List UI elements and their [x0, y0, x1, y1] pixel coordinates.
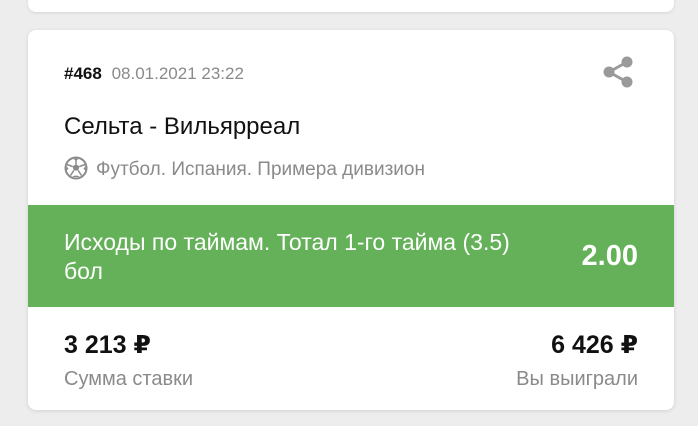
- stake-amount: 3 213 ₽: [64, 331, 151, 359]
- bet-meta: #468 08.01.2021 23:22: [64, 63, 244, 85]
- bet-card[interactable]: #468 08.01.2021 23:22 Сельта - Вильярреа…: [28, 30, 674, 410]
- match-title: Сельта - Вильярреал: [64, 113, 301, 140]
- bet-id: #468: [64, 64, 102, 83]
- winnings-label: Вы выиграли: [516, 368, 638, 390]
- stake-label: Сумма ставки: [64, 368, 194, 390]
- share-icon[interactable]: [598, 52, 638, 92]
- outcome-odds: 2.00: [581, 240, 638, 272]
- league-label: Футбол. Испания. Примера дивизион: [96, 159, 425, 180]
- outcome-bar: Исходы по таймам. Тотал 1-го тайма (3.5)…: [28, 205, 674, 307]
- league-info: Футбол. Испания. Примера дивизион: [64, 156, 425, 188]
- soccer-ball-icon: [64, 156, 88, 188]
- outcome-label: Исходы по таймам. Тотал 1-го тайма (3.5)…: [64, 229, 510, 284]
- bet-datetime: 08.01.2021 23:22: [111, 64, 244, 83]
- previous-bet-card: [28, 0, 674, 12]
- winnings-amount: 6 426 ₽: [551, 331, 638, 359]
